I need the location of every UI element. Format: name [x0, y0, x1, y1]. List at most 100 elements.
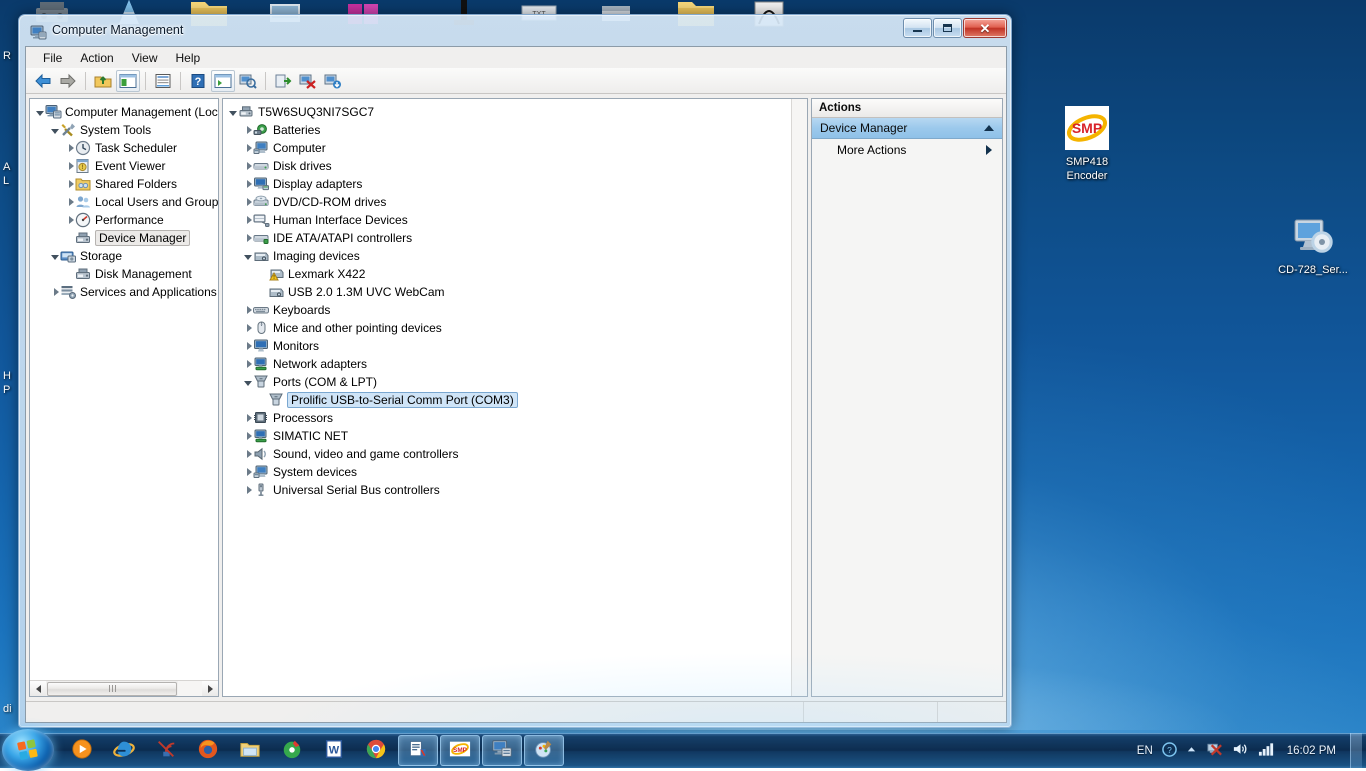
- tree-item[interactable]: Keyboards: [227, 301, 807, 319]
- menu-help[interactable]: Help: [167, 49, 210, 67]
- tree-item[interactable]: IDE ATA/ATAPI controllers: [227, 229, 807, 247]
- twisty-collapsed-icon[interactable]: [64, 193, 75, 211]
- start-button[interactable]: [2, 729, 54, 771]
- help-icon[interactable]: ?: [186, 70, 210, 92]
- tree-item[interactable]: T5W6SUQ3NI7SGC7: [227, 103, 807, 121]
- hscroll-track[interactable]: [178, 681, 202, 697]
- forward-arrow-icon[interactable]: [56, 70, 80, 92]
- scan-hardware-changes-icon[interactable]: [236, 70, 260, 92]
- twisty-collapsed-icon[interactable]: [242, 427, 253, 445]
- twisty-collapsed-icon[interactable]: [242, 355, 253, 373]
- tree-item[interactable]: Computer: [227, 139, 807, 157]
- show-hidden-arrow-icon[interactable]: [1186, 744, 1197, 758]
- caret-up-icon[interactable]: [984, 125, 994, 131]
- tree-item[interactable]: Sound, video and game controllers: [227, 445, 807, 463]
- twisty-collapsed-icon[interactable]: [242, 193, 253, 211]
- console-tree-pane[interactable]: Computer Management (LocalSystem ToolsTa…: [29, 98, 219, 697]
- tree-item[interactable]: Performance: [30, 211, 218, 229]
- twisty-expanded-icon[interactable]: [49, 247, 60, 265]
- tree-item[interactable]: Processors: [227, 409, 807, 427]
- close-button[interactable]: ✕: [963, 18, 1007, 38]
- desktop-icon-smp418-encoder[interactable]: SMP SMP418 Encoder: [1044, 104, 1130, 183]
- taskbar-windows-explorer[interactable]: [230, 735, 270, 766]
- tree-item[interactable]: Ports (COM & LPT): [227, 373, 807, 391]
- hscroll-thumb[interactable]: [47, 682, 177, 696]
- actions-more-actions[interactable]: More Actions: [812, 139, 1002, 161]
- signal-bars-icon[interactable]: [1258, 741, 1275, 760]
- taskbar-window-task-1[interactable]: [398, 735, 438, 766]
- device-tree-vscrollbar[interactable]: [791, 99, 807, 696]
- taskbar-firefox[interactable]: [188, 735, 228, 766]
- taskbar-google-chrome[interactable]: [356, 735, 396, 766]
- tree-item[interactable]: Mice and other pointing devices: [227, 319, 807, 337]
- device-manager-pane[interactable]: T5W6SUQ3NI7SGC7BatteriesComputerDisk dri…: [222, 98, 808, 697]
- toolbar[interactable]: ?: [26, 68, 1006, 94]
- taskbar-microsoft-word[interactable]: W: [314, 735, 354, 766]
- twisty-expanded-icon[interactable]: [34, 103, 45, 121]
- hscroll-right-button[interactable]: [202, 681, 218, 697]
- twisty-collapsed-icon[interactable]: [64, 139, 75, 157]
- taskbar-internet-explorer[interactable]: [104, 735, 144, 766]
- hscroll-left-button[interactable]: [30, 681, 46, 697]
- minimize-button[interactable]: [903, 18, 932, 38]
- network-disconnected-icon[interactable]: [1206, 741, 1223, 760]
- twisty-collapsed-icon[interactable]: [242, 229, 253, 247]
- tree-item[interactable]: DVD/CD-ROM drives: [227, 193, 807, 211]
- maximize-button[interactable]: [933, 18, 962, 38]
- taskbar-window-task-smp[interactable]: SMP: [440, 735, 480, 766]
- tree-item[interactable]: Disk Management: [30, 265, 218, 283]
- tree-item[interactable]: Batteries: [227, 121, 807, 139]
- twisty-collapsed-icon[interactable]: [242, 157, 253, 175]
- tree-item[interactable]: Shared Folders: [30, 175, 218, 193]
- tree-item[interactable]: System Tools: [30, 121, 218, 139]
- twisty-expanded-icon[interactable]: [242, 373, 253, 391]
- taskbar[interactable]: W SMP: [0, 733, 1366, 768]
- tree-item[interactable]: Prolific USB-to-Serial Comm Port (COM3): [227, 391, 807, 409]
- taskbar-media-player[interactable]: [62, 735, 102, 766]
- caret-right-icon[interactable]: [986, 145, 992, 155]
- tree-item[interactable]: Disk drives: [227, 157, 807, 175]
- taskbar-items[interactable]: W SMP: [62, 733, 564, 768]
- uninstall-device-icon[interactable]: [296, 70, 320, 92]
- window-controls[interactable]: ✕: [902, 18, 1007, 38]
- twisty-collapsed-icon[interactable]: [242, 211, 253, 229]
- show-desktop-button[interactable]: [1350, 733, 1362, 768]
- menu-file[interactable]: File: [34, 49, 71, 67]
- device-tree[interactable]: T5W6SUQ3NI7SGC7BatteriesComputerDisk dri…: [223, 99, 807, 696]
- tree-item[interactable]: Network adapters: [227, 355, 807, 373]
- tree-item[interactable]: Computer Management (Local: [30, 103, 218, 121]
- computer-management-window[interactable]: Computer Management ✕ File Action View H…: [18, 14, 1012, 728]
- taskbar-window-task-paint[interactable]: [524, 735, 564, 766]
- twisty-collapsed-icon[interactable]: [64, 157, 75, 175]
- twisty-collapsed-icon[interactable]: [242, 481, 253, 499]
- show-hide-tree-icon[interactable]: [116, 70, 140, 92]
- taskbar-cd-burner[interactable]: [272, 735, 312, 766]
- twisty-collapsed-icon[interactable]: [242, 139, 253, 157]
- tree-item[interactable]: Services and Applications: [30, 283, 218, 301]
- window-titlebar[interactable]: Computer Management ✕: [24, 20, 1006, 46]
- show-console-tree-icon[interactable]: [211, 70, 235, 92]
- twisty-expanded-icon[interactable]: [242, 247, 253, 265]
- console-tree-hscrollbar[interactable]: [30, 680, 218, 696]
- tree-item[interactable]: Task Scheduler: [30, 139, 218, 157]
- taskbar-window-task-compmgmt[interactable]: [482, 735, 522, 766]
- twisty-collapsed-icon[interactable]: [64, 175, 75, 193]
- back-arrow-icon[interactable]: [31, 70, 55, 92]
- menu-action[interactable]: Action: [71, 49, 122, 67]
- twisty-collapsed-icon[interactable]: [242, 409, 253, 427]
- menubar[interactable]: File Action View Help: [26, 47, 1006, 68]
- twisty-collapsed-icon[interactable]: [242, 337, 253, 355]
- tree-item[interactable]: Monitors: [227, 337, 807, 355]
- tree-item[interactable]: Imaging devices: [227, 247, 807, 265]
- tray-clock[interactable]: 16:02 PM: [1287, 745, 1336, 757]
- twisty-collapsed-icon[interactable]: [242, 319, 253, 337]
- disable-device-icon[interactable]: [321, 70, 345, 92]
- volume-icon[interactable]: [1232, 741, 1249, 760]
- tree-item[interactable]: Device Manager: [30, 229, 218, 247]
- up-folder-icon[interactable]: [91, 70, 115, 92]
- taskbar-no-signal-tool[interactable]: [146, 735, 186, 766]
- tree-item[interactable]: Storage: [30, 247, 218, 265]
- tree-item[interactable]: !Event Viewer: [30, 157, 218, 175]
- menu-view[interactable]: View: [123, 49, 167, 67]
- tree-item[interactable]: SIMATIC NET: [227, 427, 807, 445]
